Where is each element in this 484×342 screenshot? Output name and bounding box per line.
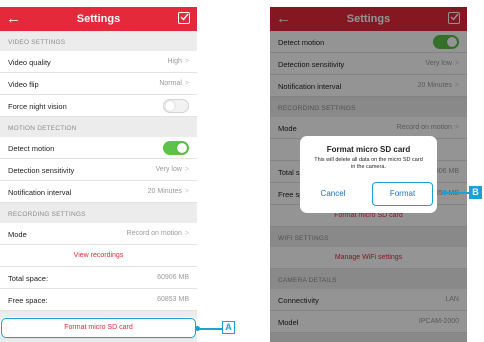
free-space-row: Free space: 60853 MB bbox=[0, 289, 197, 311]
button-label: View recordings bbox=[73, 252, 124, 259]
format-button[interactable]: Format bbox=[372, 182, 433, 206]
force-night-vision-row: Force night vision bbox=[0, 95, 197, 117]
page-title: Settings bbox=[76, 13, 121, 25]
chevron-right-icon: > bbox=[184, 80, 189, 87]
row-value: 20 Minutes bbox=[147, 188, 182, 195]
row-value: 60906 MB bbox=[157, 274, 189, 281]
left-phone-screen: ← Settings VIDEO SETTINGS Video quality … bbox=[0, 7, 197, 342]
detection-sensitivity-row[interactable]: Detection sensitivity Very low > bbox=[0, 159, 197, 181]
format-sd-card-button[interactable]: Format micro SD card bbox=[0, 317, 197, 339]
row-label: Detection sensitivity bbox=[8, 166, 75, 175]
callout-b-line bbox=[446, 192, 470, 194]
section-title: RECORDING SETTINGS bbox=[8, 211, 86, 218]
toggle-knob bbox=[165, 101, 175, 111]
detect-motion-toggle[interactable] bbox=[163, 141, 189, 155]
row-label: Total space: bbox=[8, 274, 49, 283]
chevron-right-icon: > bbox=[184, 58, 189, 65]
row-label: Mode bbox=[8, 230, 27, 239]
row-value: 60853 MB bbox=[157, 296, 189, 303]
chevron-right-icon: > bbox=[184, 188, 189, 195]
dialog-message: This will delete all data on the micro S… bbox=[314, 157, 423, 170]
video-quality-row[interactable]: Video quality High > bbox=[0, 51, 197, 73]
force-night-vision-toggle[interactable] bbox=[163, 99, 189, 113]
row-value: Very low bbox=[155, 166, 182, 173]
callout-a-line bbox=[199, 328, 223, 330]
row-label: Free space: bbox=[8, 296, 48, 305]
detect-motion-row: Detect motion bbox=[0, 137, 197, 159]
row-label: Video quality bbox=[8, 58, 51, 67]
recording-mode-row[interactable]: Mode Record on motion > bbox=[0, 223, 197, 245]
row-label: Video flip bbox=[8, 80, 39, 89]
notification-interval-row[interactable]: Notification interval 20 Minutes > bbox=[0, 181, 197, 203]
row-label: Notification interval bbox=[8, 188, 72, 197]
callout-b-label: B bbox=[469, 186, 482, 199]
toggle-knob bbox=[177, 143, 187, 153]
callout-a-label: A bbox=[222, 321, 235, 334]
video-flip-row[interactable]: Video flip Normal > bbox=[0, 73, 197, 95]
cancel-button[interactable]: Cancel bbox=[305, 182, 361, 206]
button-label: Format micro SD card bbox=[64, 324, 133, 331]
app-header: ← Settings bbox=[0, 7, 197, 31]
section-title: VIDEO SETTINGS bbox=[8, 39, 66, 46]
row-value: Record on motion bbox=[126, 230, 182, 237]
view-recordings-button[interactable]: View recordings bbox=[0, 245, 197, 267]
row-label: Detect motion bbox=[8, 144, 55, 153]
checkbox-icon[interactable] bbox=[178, 12, 190, 24]
row-label: Force night vision bbox=[8, 102, 67, 111]
dialog-title: Format micro SD card bbox=[326, 145, 411, 154]
total-space-row: Total space: 60906 MB bbox=[0, 267, 197, 289]
format-dialog: Format micro SD card This will delete al… bbox=[300, 136, 437, 213]
chevron-right-icon: > bbox=[184, 230, 189, 237]
row-value: High bbox=[167, 58, 182, 65]
section-title: MOTION DETECTION bbox=[8, 125, 77, 132]
right-phone-screen: ← Settings Detect motion Detection sensi… bbox=[270, 7, 467, 342]
chevron-right-icon: > bbox=[184, 166, 189, 173]
row-value: Normal bbox=[159, 80, 182, 87]
